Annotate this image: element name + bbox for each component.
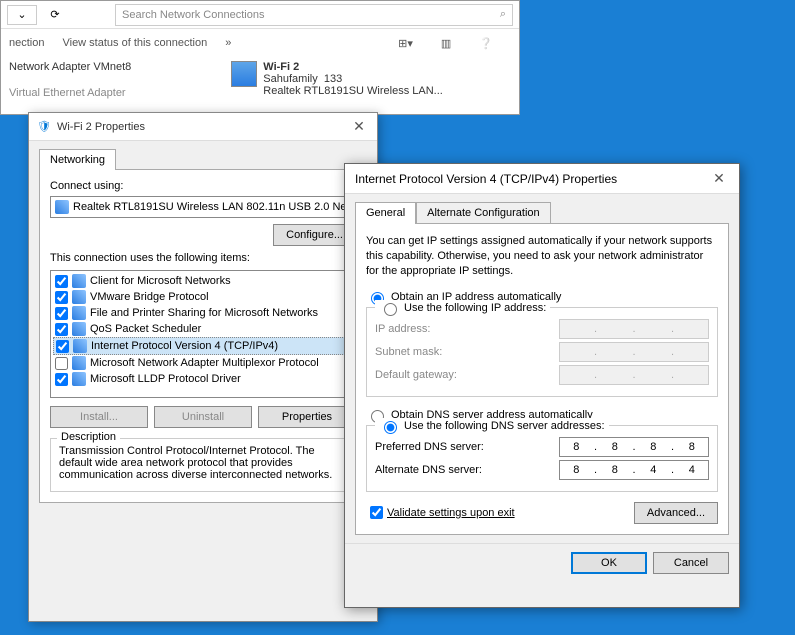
info-text: You can get IP settings assigned automat…: [366, 234, 718, 279]
network-connections-window: ⌄ ⟳ Search Network Connections ⌕ nection…: [0, 0, 520, 115]
close-icon[interactable]: ✕: [349, 118, 369, 135]
general-panel: You can get IP settings assigned automat…: [355, 223, 729, 535]
list-item[interactable]: QoS Packet Scheduler: [53, 321, 353, 337]
adapter-field[interactable]: Realtek RTL8191SU Wireless LAN 802.11n U…: [50, 196, 356, 218]
description-text: Transmission Control Protocol/Internet P…: [59, 445, 347, 481]
description-group: Description Transmission Control Protoco…: [50, 438, 356, 492]
preview-icon[interactable]: ▥: [441, 37, 451, 50]
adapter-icon: [55, 200, 69, 214]
uninstall-button[interactable]: Uninstall: [154, 406, 252, 428]
preferred-dns-input[interactable]: 8.8.8.8: [559, 437, 709, 457]
alternate-config-tab[interactable]: Alternate Configuration: [416, 202, 551, 224]
command-bar: nection View status of this connection »…: [1, 29, 519, 57]
ipv4-properties-dialog: Internet Protocol Version 4 (TCP/IPv4) P…: [344, 163, 740, 608]
help-icon[interactable]: ❔: [479, 37, 493, 50]
item-checkbox[interactable]: [55, 307, 68, 320]
dns-manual-radio[interactable]: Use the following DNS server addresses:: [375, 418, 609, 434]
properties-button[interactable]: Properties: [258, 406, 356, 428]
wifi-name: Wi-Fi 2: [263, 61, 443, 73]
validate-checkbox[interactable]: [370, 506, 383, 519]
search-icon: ⌕: [500, 8, 506, 21]
alternate-dns-label: Alternate DNS server:: [375, 464, 559, 476]
gateway-label: Default gateway:: [375, 369, 559, 381]
general-tab[interactable]: General: [355, 202, 416, 224]
wifi-shield-icon: 🛡: [37, 120, 51, 133]
subnet-mask-input: ...: [559, 342, 709, 362]
menu-chevron-icon[interactable]: »: [225, 37, 231, 49]
install-button[interactable]: Install...: [50, 406, 148, 428]
list-item[interactable]: Microsoft LLDP Protocol Driver: [53, 371, 353, 387]
wifi-device: Realtek RTL8191SU Wireless LAN...: [263, 85, 443, 97]
gateway-input: ...: [559, 365, 709, 385]
toolbar: ⌄ ⟳ Search Network Connections ⌕: [1, 1, 519, 29]
view-status-link[interactable]: View status of this connection: [62, 37, 207, 49]
ip-manual-group: Use the following IP address: IP address…: [366, 307, 718, 397]
ip-manual-radio[interactable]: Use the following IP address:: [375, 300, 550, 316]
nav-dropdown[interactable]: ⌄: [7, 5, 37, 25]
item-checkbox[interactable]: [55, 357, 68, 370]
item-checkbox[interactable]: [55, 373, 68, 386]
preferred-dns-label: Preferred DNS server:: [375, 441, 559, 453]
wifi-adapter-item[interactable]: Wi-Fi 2 Sahufamily 133 Realtek RTL8191SU…: [231, 61, 443, 99]
item-checkbox[interactable]: [55, 275, 68, 288]
virtual-adapter-label: Virtual Ethernet Adapter: [9, 87, 131, 99]
wifi-ssid: Sahufamily 133: [263, 73, 443, 85]
item-checkbox[interactable]: [55, 323, 68, 336]
ok-button[interactable]: OK: [571, 552, 647, 574]
component-icon: [72, 290, 86, 304]
layout-icon[interactable]: ⊞▾: [398, 37, 413, 50]
connect-using-label: Connect using:: [50, 180, 356, 192]
components-list[interactable]: Client for Microsoft Networks VMware Bri…: [50, 270, 356, 398]
item-checkbox[interactable]: [55, 291, 68, 304]
subnet-mask-label: Subnet mask:: [375, 346, 559, 358]
description-label: Description: [57, 431, 120, 443]
ip-address-input: ...: [559, 319, 709, 339]
refresh-icon[interactable]: ⟳: [45, 8, 65, 21]
wifi-dialog-titlebar[interactable]: 🛡 Wi-Fi 2 Properties ✕: [29, 113, 377, 141]
networking-panel: Connect using: Realtek RTL8191SU Wireles…: [39, 169, 367, 503]
list-item[interactable]: Client for Microsoft Networks: [53, 273, 353, 289]
component-icon: [73, 339, 87, 353]
advanced-button[interactable]: Advanced...: [634, 502, 718, 524]
ip-address-label: IP address:: [375, 323, 559, 335]
search-placeholder: Search Network Connections: [122, 9, 264, 21]
close-icon[interactable]: ✕: [709, 170, 729, 187]
list-item[interactable]: File and Printer Sharing for Microsoft N…: [53, 305, 353, 321]
validate-label: Validate settings upon exit: [387, 507, 515, 519]
cancel-button[interactable]: Cancel: [653, 552, 729, 574]
component-icon: [72, 274, 86, 288]
ipv4-dialog-title: Internet Protocol Version 4 (TCP/IPv4) P…: [355, 172, 709, 186]
component-icon: [72, 356, 86, 370]
item-checkbox[interactable]: [56, 340, 69, 353]
wifi-properties-dialog: 🛡 Wi-Fi 2 Properties ✕ Networking Connec…: [28, 112, 378, 622]
dns-manual-group: Use the following DNS server addresses: …: [366, 425, 718, 492]
alternate-dns-input[interactable]: 8.8.4.4: [559, 460, 709, 480]
component-icon: [72, 306, 86, 320]
vmnet-adapter-label[interactable]: Network Adapter VMnet8: [9, 61, 131, 73]
list-item-selected[interactable]: Internet Protocol Version 4 (TCP/IPv4): [53, 337, 353, 355]
list-item[interactable]: VMware Bridge Protocol: [53, 289, 353, 305]
networking-tab[interactable]: Networking: [39, 149, 116, 170]
wifi-dialog-title: Wi-Fi 2 Properties: [57, 121, 349, 133]
wifi-icon: [231, 61, 257, 87]
nection-label[interactable]: nection: [9, 37, 44, 49]
dialog-footer: OK Cancel: [345, 543, 739, 582]
items-label: This connection uses the following items…: [50, 252, 356, 264]
search-input[interactable]: Search Network Connections ⌕: [115, 4, 513, 26]
ipv4-titlebar[interactable]: Internet Protocol Version 4 (TCP/IPv4) P…: [345, 164, 739, 194]
list-item[interactable]: Microsoft Network Adapter Multiplexor Pr…: [53, 355, 353, 371]
component-icon: [72, 372, 86, 386]
component-icon: [72, 322, 86, 336]
adapter-name: Realtek RTL8191SU Wireless LAN 802.11n U…: [73, 201, 347, 213]
